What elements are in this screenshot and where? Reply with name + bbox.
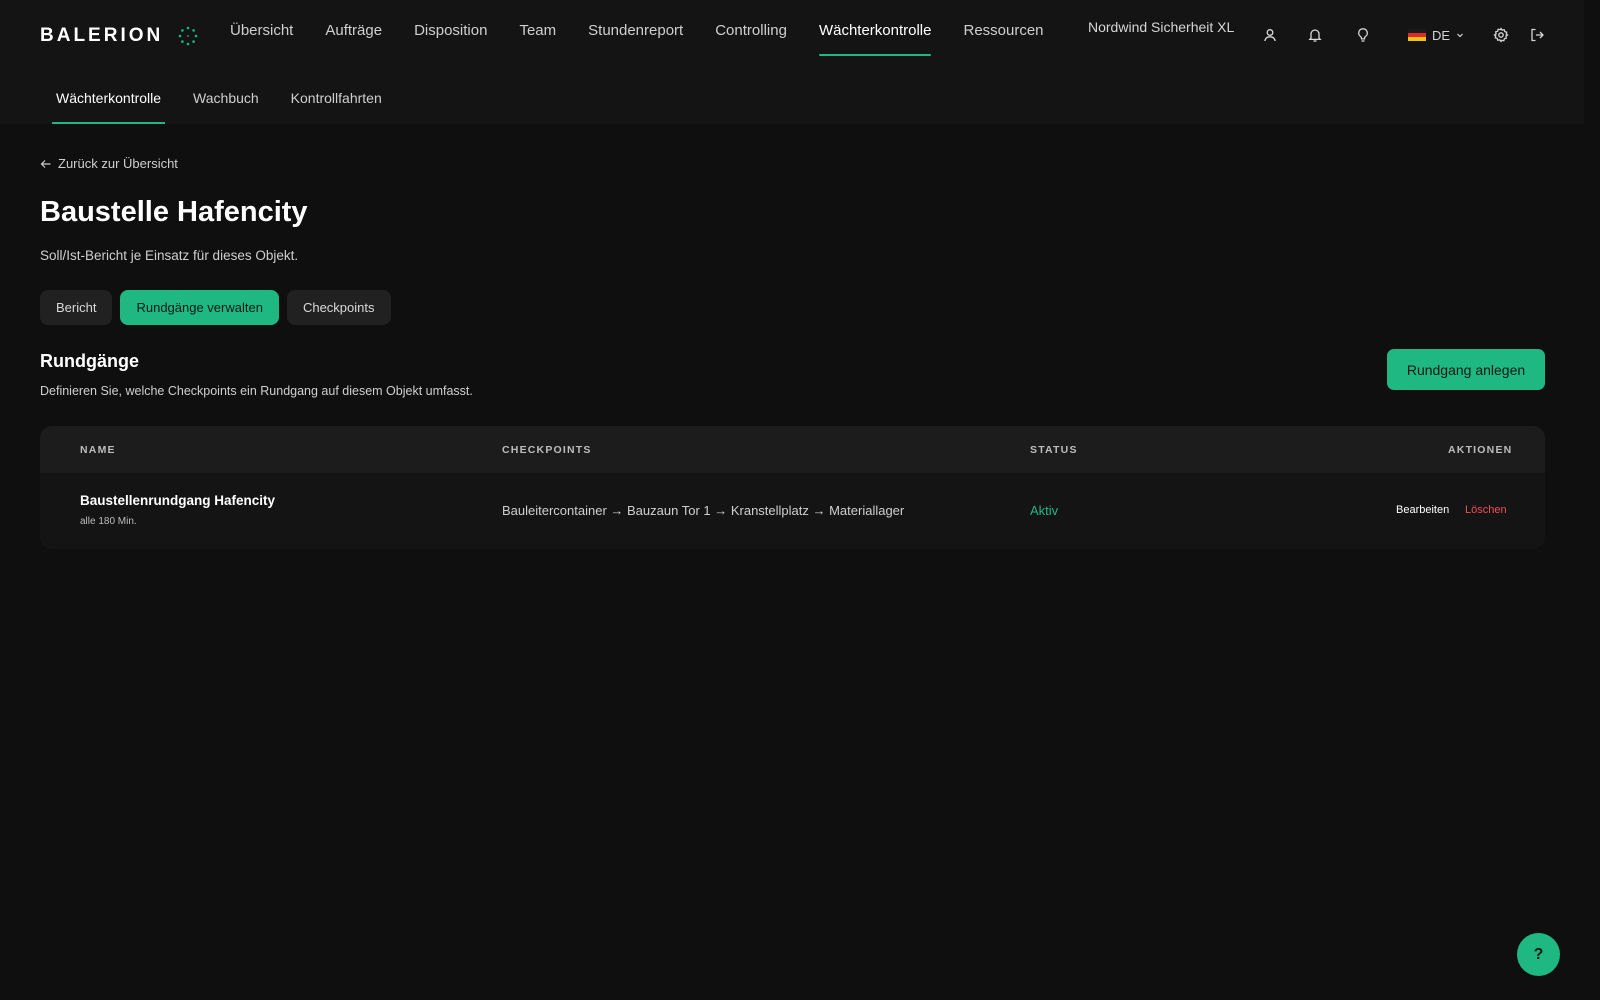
nav-item-waechterkontrolle[interactable]: Wächterkontrolle (803, 0, 948, 60)
chevron-down-icon (1457, 33, 1463, 38)
nav-item-stundenreport[interactable]: Stundenreport (572, 0, 699, 60)
routes-table: NAME CHECKPOINTS STATUS AKTIONEN Baustel… (40, 426, 1545, 549)
route-checkpoints: Bauleitercontainer → Bauzaun Tor 1 → Kra… (502, 503, 905, 518)
tab-bericht[interactable]: Bericht (40, 290, 113, 325)
route-interval: alle 180 Min. (80, 516, 137, 527)
germany-flag-icon (1408, 29, 1426, 41)
table-row: Baustellenrundgang Hafencity alle 180 Mi… (40, 473, 1545, 549)
brand[interactable]: BALERION (40, 24, 199, 48)
user-icon[interactable] (1259, 24, 1281, 46)
nav-item-disposition[interactable]: Disposition (398, 0, 503, 60)
subnav-item-wachbuch[interactable]: Wachbuch (177, 78, 275, 124)
sub-nav: Wächterkontrolle Wachbuch Kontrollfahrte… (40, 78, 398, 124)
page-title: Baustelle Hafencity (40, 196, 308, 228)
logout-icon[interactable] (1526, 24, 1548, 46)
nav-item-controlling[interactable]: Controlling (699, 0, 803, 60)
back-link[interactable]: Zurück zur Übersicht (40, 156, 178, 171)
section-title: Rundgänge (40, 351, 139, 371)
bell-icon[interactable] (1304, 24, 1326, 46)
language-code: DE (1432, 27, 1451, 43)
back-link-label: Zurück zur Übersicht (58, 156, 178, 171)
status-badge: Aktiv (1030, 503, 1059, 518)
nav-item-team[interactable]: Team (503, 0, 572, 60)
table-header: NAME CHECKPOINTS STATUS AKTIONEN (40, 426, 1545, 473)
gear-icon[interactable] (1490, 24, 1512, 46)
brand-name: BALERION (40, 25, 164, 46)
help-button[interactable]: ? (1517, 933, 1560, 976)
organization-name[interactable]: Nordwind Sicherheit XL (1088, 19, 1234, 35)
lightbulb-icon[interactable] (1352, 24, 1374, 46)
tab-rundgaenge-verwalten[interactable]: Rundgänge verwalten (120, 290, 279, 325)
subnav-item-kontrollfahrten[interactable]: Kontrollfahrten (275, 78, 398, 124)
column-header-actions: AKTIONEN (1448, 444, 1513, 456)
view-tabs: Bericht Rundgänge verwalten Checkpoints (40, 290, 391, 325)
column-header-status: STATUS (1030, 444, 1078, 456)
main-nav: Übersicht Aufträge Disposition Team Stun… (214, 0, 1060, 60)
language-selector[interactable]: DE (1408, 24, 1464, 46)
nav-item-uebersicht[interactable]: Übersicht (214, 0, 309, 60)
column-header-name: NAME (80, 444, 116, 456)
page-subtitle: Soll/Ist-Bericht je Einsatz für dieses O… (40, 248, 299, 263)
section-description: Definieren Sie, welche Checkpoints ein R… (40, 384, 473, 398)
column-header-checkpoints: CHECKPOINTS (502, 444, 592, 456)
tab-checkpoints[interactable]: Checkpoints (286, 290, 391, 325)
nav-item-ressourcen[interactable]: Ressourcen (947, 0, 1059, 60)
delete-route-button[interactable]: Löschen (1465, 504, 1507, 516)
nav-item-auftraege[interactable]: Aufträge (309, 0, 398, 60)
create-route-button[interactable]: Rundgang anlegen (1387, 349, 1545, 390)
arrow-left-icon (40, 159, 51, 168)
subnav-item-waechterkontrolle[interactable]: Wächterkontrolle (40, 78, 177, 124)
top-header: BALERION Übersicht Aufträge Disposition … (0, 0, 1584, 124)
route-name: Baustellenrundgang Hafencity (80, 493, 276, 508)
edit-route-button[interactable]: Bearbeiten (1396, 504, 1449, 516)
sparkle-dots-icon (178, 26, 198, 46)
